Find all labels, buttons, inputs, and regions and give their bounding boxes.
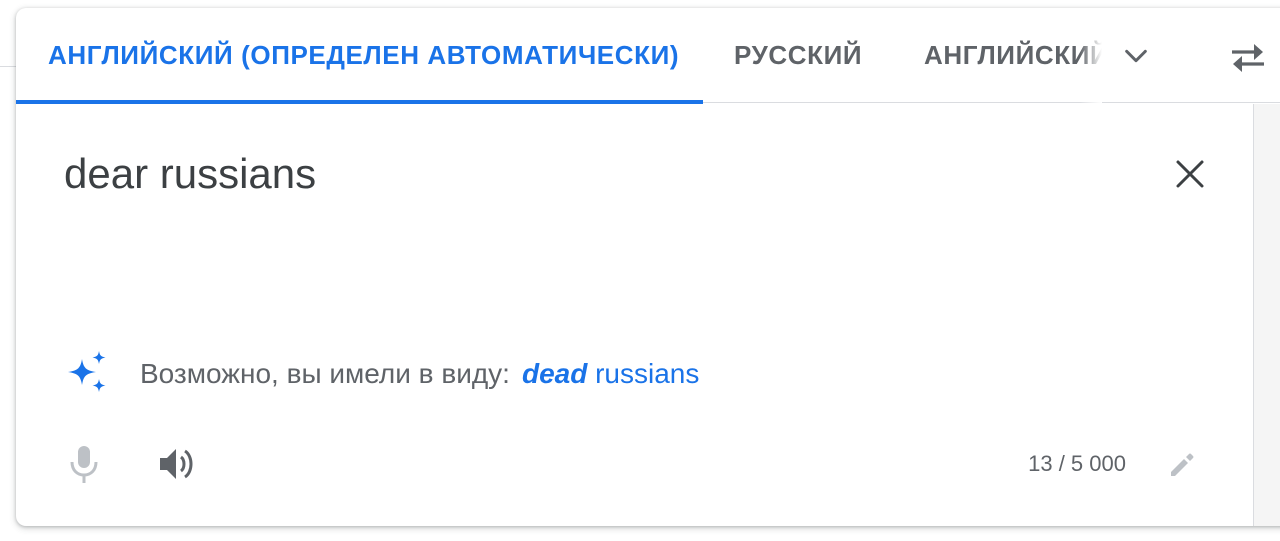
tab-source-detected[interactable]: АНГЛИЙСКИЙ (ОПРЕДЕЛЕН АВТОМАТИЧЕСКИ) [16, 8, 703, 104]
speaker-icon[interactable] [156, 444, 198, 484]
source-text-input[interactable]: dear russians [64, 148, 1114, 200]
language-bar: АНГЛИЙСКИЙ (ОПРЕДЕЛЕН АВТОМАТИЧЕСКИ) РУС… [16, 8, 1280, 104]
swap-arrows-icon[interactable] [1228, 40, 1268, 74]
chevron-down-icon[interactable] [1120, 40, 1152, 72]
pencil-icon[interactable] [1166, 449, 1198, 481]
microphone-icon[interactable] [66, 444, 102, 484]
tab-english[interactable]: АНГЛИЙСКИЙ [924, 8, 1102, 103]
tab-russian[interactable]: РУССКИЙ [734, 8, 862, 103]
source-pane: dear russians Возможно, вы имели в виду:… [16, 104, 1253, 526]
page-top-divider [0, 66, 16, 67]
tab-russian-label: РУССКИЙ [734, 40, 863, 70]
sparkle-icon [64, 351, 110, 397]
did-you-mean: Возможно, вы имели в виду: dead russians [64, 350, 699, 398]
tab-source-detected-label: АНГЛИЙСКИЙ (ОПРЕДЕЛЕН АВТОМАТИЧЕСКИ) [48, 40, 680, 70]
did-you-mean-link[interactable]: dead russians [522, 358, 699, 390]
target-pane [1254, 104, 1280, 526]
did-you-mean-label: Возможно, вы имели в виду: [140, 358, 510, 389]
tab-fade [1080, 8, 1102, 103]
close-icon[interactable] [1170, 154, 1210, 194]
corrected-rest: russians [595, 358, 700, 389]
tab-english-label: АНГЛИЙСКИЙ [924, 40, 1102, 70]
translate-card: АНГЛИЙСКИЙ (ОПРЕДЕЛЕН АВТОМАТИЧЕСКИ) РУС… [16, 8, 1280, 526]
character-count: 13 / 5 000 [1028, 451, 1126, 476]
corrected-word: dead [521, 358, 588, 389]
